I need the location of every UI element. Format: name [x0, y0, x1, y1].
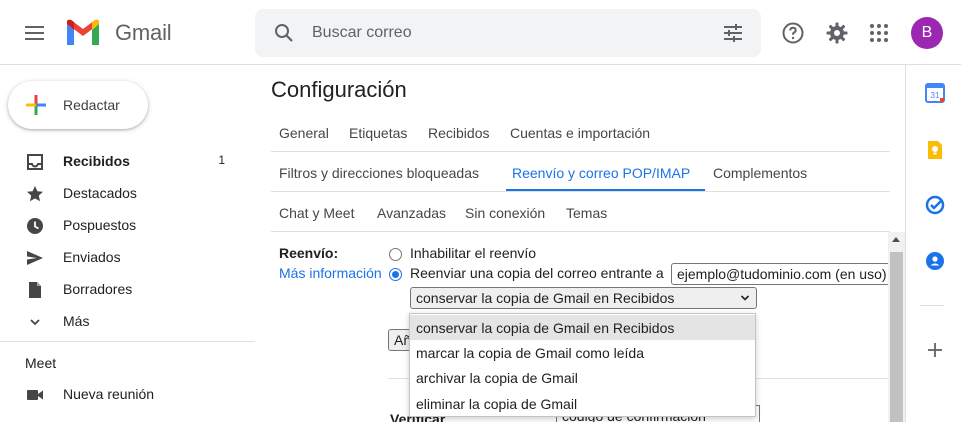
tab-general[interactable]: General	[279, 125, 329, 141]
more-info-link[interactable]: Más información	[279, 265, 387, 281]
nav-item-starred[interactable]: Destacados	[0, 177, 255, 209]
scroll-up-arrow[interactable]	[892, 237, 900, 242]
star-icon	[27, 186, 43, 202]
nav-divider	[0, 341, 255, 342]
forward-copy-radio[interactable]	[389, 268, 402, 281]
chevron-down-icon	[30, 319, 40, 326]
nav-item-sent[interactable]: Enviados	[0, 241, 255, 273]
app-name: Gmail	[115, 20, 172, 45]
dropdown-option-mark-read[interactable]: marcar la copia de Gmail como leída	[410, 340, 755, 365]
settings-gear-icon[interactable]	[825, 21, 849, 45]
search-options-icon[interactable]	[721, 21, 745, 45]
forward-address-select[interactable]: ejemplo@tudominio.com (en uso)	[671, 263, 890, 285]
nav-label: Borradores	[63, 281, 133, 297]
dropdown-option-delete[interactable]: eliminar la copia de Gmail	[410, 391, 755, 416]
forwarding-label: Reenvío:	[279, 245, 339, 261]
clock-icon	[27, 218, 43, 234]
nav-label: Más	[63, 313, 90, 329]
calendar-icon[interactable]: 31	[925, 83, 945, 103]
gmail-logo[interactable]	[64, 18, 102, 48]
dropdown-option-archive[interactable]: archivar la copia de Gmail	[410, 365, 755, 390]
copy-action-select[interactable]: conservar la copia de Gmail en Recibidos	[410, 287, 757, 309]
video-icon	[27, 390, 43, 400]
nav-label: Pospuestos	[63, 217, 137, 233]
add-addon-plus-icon[interactable]	[925, 340, 945, 360]
draft-icon	[29, 282, 41, 298]
apps-grid-icon[interactable]	[867, 21, 891, 45]
forward-copy-label: Reenviar una copia del correo entrante a	[410, 265, 664, 281]
search-icon[interactable]	[272, 21, 296, 45]
nav-label: Enviados	[63, 249, 121, 265]
tab-labels[interactable]: Etiquetas	[349, 125, 407, 141]
compose-button[interactable]: Redactar	[8, 81, 148, 129]
nav-item-inbox[interactable]: Recibidos 1	[0, 145, 255, 177]
tab-offline[interactable]: Sin conexión	[465, 205, 545, 221]
top-bar: Gmail Buscar correo B	[0, 0, 961, 65]
send-icon	[27, 251, 43, 265]
tab-filters[interactable]: Filtros y direcciones bloqueadas	[279, 165, 479, 181]
nav-item-drafts[interactable]: Borradores	[0, 273, 255, 305]
disable-forwarding-label: Inhabilitar el reenvío	[410, 245, 537, 261]
search-input[interactable]: Buscar correo	[312, 24, 412, 42]
unread-count: 1	[218, 153, 225, 167]
dropdown-option-keep[interactable]: conservar la copia de Gmail en Recibidos	[410, 315, 755, 340]
tasks-icon[interactable]	[925, 195, 945, 215]
keep-notes-icon[interactable]	[925, 140, 945, 160]
scrollbar-thumb[interactable]	[890, 252, 903, 422]
side-panel: 31	[905, 65, 961, 422]
chevron-down-icon	[740, 295, 750, 301]
tab-forwarding[interactable]: Reenvío y correo POP/IMAP	[512, 165, 690, 181]
nav-item-more[interactable]: Más	[0, 305, 255, 337]
nav-label: Destacados	[63, 185, 137, 201]
tab-row-divider	[271, 151, 890, 152]
help-icon[interactable]	[781, 21, 805, 45]
copy-action-value: conservar la copia de Gmail en Recibidos	[416, 290, 675, 306]
tab-row-divider	[271, 191, 890, 192]
plus-icon	[26, 95, 46, 115]
nav-item-new-meeting[interactable]: Nueva reunión	[0, 378, 255, 410]
tab-addons[interactable]: Complementos	[713, 165, 807, 181]
svg-text:31: 31	[931, 91, 940, 100]
disable-forwarding-radio[interactable]	[389, 248, 402, 261]
main-menu-icon[interactable]	[16, 20, 52, 46]
tab-inbox[interactable]: Recibidos	[428, 125, 489, 141]
nav-label: Recibidos	[63, 153, 130, 169]
inbox-icon	[27, 154, 43, 170]
compose-label: Redactar	[63, 97, 120, 113]
nav-label: Nueva reunión	[63, 386, 155, 402]
tab-row-divider	[271, 231, 890, 232]
settings-scrollbar[interactable]	[888, 232, 905, 422]
page-title: Configuración	[271, 77, 407, 102]
meet-section-title: Meet	[25, 355, 57, 371]
tab-accounts[interactable]: Cuentas e importación	[510, 125, 650, 141]
tab-advanced[interactable]: Avanzadas	[377, 205, 446, 221]
contacts-icon[interactable]	[925, 251, 945, 271]
side-panel-divider	[920, 305, 944, 306]
tab-themes[interactable]: Temas	[566, 205, 607, 221]
nav-item-snoozed[interactable]: Pospuestos	[0, 209, 255, 241]
copy-action-dropdown: conservar la copia de Gmail en Recibidos…	[409, 313, 756, 417]
search-bar[interactable]: Buscar correo	[255, 9, 761, 57]
account-avatar[interactable]: B	[911, 17, 943, 49]
tab-chat-meet[interactable]: Chat y Meet	[279, 205, 354, 221]
